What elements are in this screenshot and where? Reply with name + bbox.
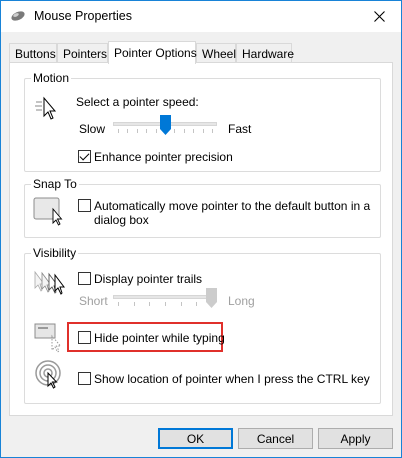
snap-to-default-label-line2: dialog box	[94, 213, 149, 227]
cancel-button[interactable]: Cancel	[238, 428, 313, 449]
slider-tick	[118, 302, 119, 306]
pointer-options-panel: Motion Select a pointer speed: Slow Fast…	[9, 62, 393, 416]
slider-tick	[149, 302, 151, 306]
slider-tick	[183, 129, 185, 133]
apply-button[interactable]: Apply	[318, 428, 393, 449]
slider-tick	[202, 129, 204, 133]
trails-slider-track[interactable]	[113, 295, 217, 299]
snap-to-default-label-line1: Automatically move pointer to the defaul…	[94, 199, 371, 213]
pointer-trails-checkbox[interactable]	[78, 272, 91, 285]
title-bar: Mouse Properties	[1, 1, 401, 32]
pointer-trails-icon	[34, 270, 65, 295]
close-button[interactable]	[357, 1, 401, 32]
window-title: Mouse Properties	[34, 9, 132, 23]
mouse-properties-window: Mouse Properties Buttons Pointers Pointe…	[0, 0, 402, 458]
trails-long-label: Long	[228, 294, 255, 308]
enhance-precision-label: Enhance pointer precision	[94, 150, 233, 164]
slider-tick	[180, 302, 182, 306]
slider-tick	[196, 302, 198, 306]
slider-tick	[155, 129, 157, 133]
slider-tick	[136, 129, 138, 133]
slider-tick	[212, 129, 213, 133]
tab-pointers[interactable]: Pointers	[57, 43, 108, 63]
slider-tick	[127, 129, 129, 133]
tab-wheel[interactable]: Wheel	[196, 43, 236, 63]
slider-tick	[146, 129, 148, 133]
pointer-speed-slider-thumb[interactable]	[159, 115, 171, 135]
hide-pointer-icon	[34, 323, 62, 353]
mouse-icon	[11, 11, 25, 21]
snap-to-default-checkbox[interactable]	[78, 199, 91, 212]
slider-tick	[174, 129, 176, 133]
slow-label: Slow	[79, 122, 106, 136]
ok-button[interactable]: OK	[158, 428, 233, 449]
pointer-location-icon	[35, 360, 61, 389]
pointer-speed-icon	[35, 96, 57, 120]
tab-hardware[interactable]: Hardware	[236, 43, 294, 63]
pointer-speed-label: Select a pointer speed:	[76, 95, 199, 109]
slider-tick	[133, 302, 135, 306]
snap-to-button-icon	[33, 197, 63, 226]
visibility-group-label: Visibility	[31, 246, 79, 260]
tab-pointer-options[interactable]: Pointer Options	[108, 41, 197, 64]
close-icon	[373, 11, 385, 22]
show-location-checkbox[interactable]	[78, 372, 91, 385]
fast-label: Fast	[228, 122, 252, 136]
slider-tick	[118, 129, 119, 133]
tab-buttons[interactable]: Buttons	[9, 43, 57, 63]
hide-pointer-label: Hide pointer while typing	[94, 331, 225, 345]
slider-tick	[165, 302, 166, 306]
slider-tick	[193, 129, 195, 133]
enhance-precision-checkbox[interactable]	[78, 150, 91, 163]
trails-slider-thumb[interactable]	[206, 288, 217, 308]
hide-pointer-checkbox[interactable]	[78, 331, 91, 344]
pointer-trails-label: Display pointer trails	[94, 272, 203, 286]
trails-short-label: Short	[79, 294, 108, 308]
show-location-label: Show location of pointer when I press th…	[94, 372, 370, 386]
motion-group-label: Motion	[31, 71, 72, 85]
snap-to-group-label: Snap To	[31, 177, 79, 191]
